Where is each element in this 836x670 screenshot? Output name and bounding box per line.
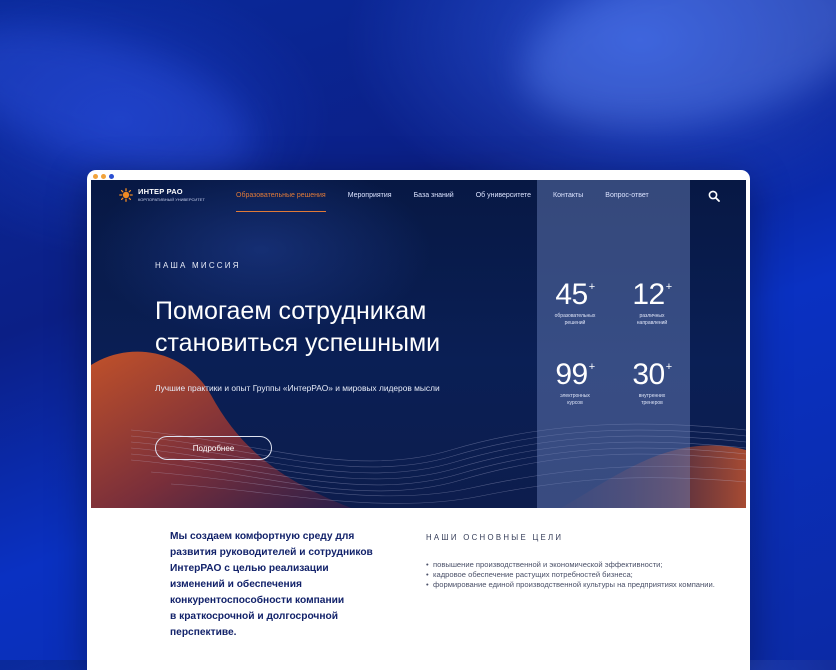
mission-line: развития руководителей и сотрудников [170,547,373,558]
stat-suffix: + [665,361,672,373]
hero-section: 45+ образовательных решений 12+ различных… [91,180,746,508]
mission-line: перспективе. [170,627,237,638]
hero-eyebrow: НАША МИССИЯ [155,261,241,270]
stat-suffix: + [665,281,672,293]
stat-item: 99+ электронных курсов [537,360,613,407]
stat-suffix: + [588,281,595,293]
stat-label: образовательных [554,313,596,319]
logo-title: ИНТЕР РАО [138,187,183,197]
nav-item-contacts[interactable]: Контакты [553,192,583,199]
main-nav: Образовательные решения Мероприятия База… [236,192,671,212]
stat-label: тренеров [641,399,663,406]
stat-item: 30+ внутренних тренеров [614,360,690,407]
search-icon[interactable] [708,190,720,202]
stat-label: внутренних [638,393,666,399]
sun-logo-icon [119,188,133,202]
stat-label: различных [639,313,665,319]
stat-suffix: + [588,361,595,373]
nav-item-about[interactable]: Об университете [476,192,531,199]
stat-number: 12 [632,278,665,311]
website: 45+ образовательных решений 12+ различных… [91,180,746,670]
stat-item: 45+ образовательных решений [537,280,613,327]
hero-subtitle: Лучшие практики и опыт Группы «ИнтерРАО»… [155,383,440,393]
stat-number: 99 [555,358,588,391]
mission-line: Мы создаем комфортную среду для [170,531,355,542]
stat-number: 30 [632,358,665,391]
stat-label: направлений [636,319,668,326]
site-header: ИНТЕР РАО КОРПОРАТИВНЫЙ УНИВЕРСИТЕТ Обра… [91,180,746,216]
stats-panel: 45+ образовательных решений 12+ различных… [537,180,690,508]
background-glow [507,0,836,156]
window-dot[interactable] [109,174,114,179]
goal-item: кадровое обеспечение растущих потребност… [426,570,726,580]
goal-item: повышение производственной и экономическ… [426,560,726,570]
mission-line: в краткосрочной и долгосрочной [170,611,338,622]
window-dot[interactable] [93,174,98,179]
window-controls [93,174,114,179]
site-logo[interactable]: ИНТЕР РАО КОРПОРАТИВНЫЙ УНИВЕРСИТЕТ [119,188,205,202]
hero-title: Помогаем сотрудникам становиться успешны… [155,295,440,359]
stat-label: курсов [567,399,583,406]
hero-title-line: становиться успешными [155,329,441,357]
goals-heading: НАШИ ОСНОВНЫЕ ЦЕЛИ [426,533,564,542]
mission-details-section: Мы создаем комфортную среду для развития… [91,508,746,670]
nav-item-events[interactable]: Мероприятия [348,192,392,199]
hero-title-line: Помогаем сотрудникам [155,297,427,325]
stat-item: 12+ различных направлений [614,280,690,327]
goal-item: формирование единой производственной кул… [426,580,726,590]
nav-item-educational-solutions[interactable]: Образовательные решения [236,192,326,212]
more-button[interactable]: Подробнее [155,436,272,460]
mission-line: конкурентоспособности компании [170,595,345,606]
stat-label: решений [564,319,586,326]
goals-list: повышение производственной и экономическ… [426,560,726,590]
stat-number: 45 [555,278,588,311]
logo-subtitle: КОРПОРАТИВНЫЙ УНИВЕРСИТЕТ [138,196,205,202]
nav-item-faq[interactable]: Вопрос-ответ [605,192,648,199]
mission-line: ИнтерРАО с целью реализации [170,563,329,574]
mission-statement: Мы создаем комфортную среду для развития… [170,529,400,641]
browser-window: 45+ образовательных решений 12+ различных… [87,170,750,670]
window-dot[interactable] [101,174,106,179]
mission-line: изменений и обеспечения [170,579,302,590]
stat-label: электронных [560,393,590,399]
nav-item-knowledge-base[interactable]: База знаний [414,192,454,199]
